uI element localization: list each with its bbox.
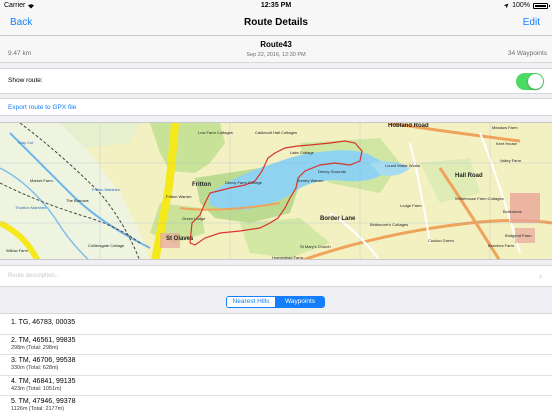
- map-label: Market Farm: [30, 178, 53, 183]
- map-label: Homestead Farm: [272, 255, 303, 260]
- map-label: Bridsmore's Cottages: [370, 222, 409, 227]
- segmented-control: Nearest Hills Waypoints: [226, 296, 325, 308]
- export-gpx-link[interactable]: Export route to GPX file: [8, 104, 76, 111]
- map-label: St Mary's Church: [300, 244, 331, 249]
- route-header: Route43 Sep 22, 2016, 12:30 PM 9.47 km 3…: [0, 36, 552, 63]
- show-route-toggle[interactable]: [516, 73, 544, 90]
- list-item[interactable]: 3. TM, 46706, 99538 330m (Total: 628m): [0, 355, 552, 376]
- map-label: Bollentone: [503, 209, 522, 214]
- map-label: St Olaves: [166, 236, 194, 242]
- list-item[interactable]: 4. TM, 46841, 99135 423m (Total: 1051m): [0, 376, 552, 396]
- status-right: 100%: [503, 2, 550, 9]
- navigation-bar: Back Route Details Edit: [0, 12, 552, 36]
- export-row: Export route to GPX file: [0, 98, 552, 116]
- map-label: Willow Farm: [6, 248, 28, 253]
- waypoint-title: 4. TM, 46841, 99135: [11, 377, 76, 385]
- map-label: The Burrows: [66, 198, 89, 203]
- map-label: Decoy Grounds: [318, 169, 346, 174]
- map-label: Whitehouse Farm Cottages: [455, 196, 504, 201]
- map-label: Border Lane: [320, 216, 356, 222]
- map-label: Valley Farm: [500, 158, 522, 163]
- map-label: Colliersgate Cottage: [88, 243, 125, 248]
- map-label: Thurlton Marshes: [15, 205, 47, 210]
- map-label: Clay Cut: [18, 140, 34, 145]
- map-label: Caldecott Hall Cottages: [255, 130, 298, 135]
- map-label: Low Farm Cottages: [198, 130, 233, 135]
- screen: Carrier 12:35 PM 100% Back Route Details…: [0, 0, 552, 414]
- waypoint-title: 3. TM, 46706, 99538: [11, 357, 76, 364]
- list-item[interactable]: 5. TM, 47946, 99378 1126m (Total: 2177m): [0, 396, 552, 414]
- toggle-knob: [528, 74, 543, 89]
- location-arrow-icon: [503, 3, 509, 8]
- map-label: Fritton: [192, 182, 211, 188]
- waypoint-distance: 423m (Total: 1051m): [11, 385, 62, 392]
- map-label: Fritton Marshes: [92, 187, 120, 192]
- map-label: Meadow Farm: [492, 125, 518, 130]
- route-date: Sep 22, 2016, 12:30 PM: [246, 52, 306, 58]
- route-description-placeholder: Route description...: [8, 273, 60, 279]
- waypoint-title: 5. TM, 47946, 99378: [11, 398, 76, 405]
- page-title: Route Details: [244, 17, 308, 28]
- map-label: Lake Cottage: [290, 150, 314, 155]
- chevron-right-icon: ›: [539, 271, 542, 281]
- waypoint-list: 1. TG, 46783, 00035 2. TM, 46561, 99835 …: [0, 313, 552, 414]
- status-bar: Carrier 12:35 PM 100%: [0, 0, 552, 12]
- map-label: Lodge Farm: [400, 203, 422, 208]
- route-name: Route43: [260, 40, 292, 49]
- map-label: Fritton Warren: [166, 194, 192, 199]
- list-item[interactable]: 2. TM, 46561, 99835 298m (Total: 298m): [0, 335, 552, 355]
- waypoint-distance: 1126m (Total: 2177m): [11, 406, 65, 412]
- map-label: Decoy Farm Cottage: [225, 180, 262, 185]
- waypoint-title: 2. TM, 46561, 99835: [11, 336, 76, 344]
- waypoint-distance: 298m (Total: 298m): [11, 344, 59, 351]
- route-distance: 9.47 km: [8, 50, 32, 57]
- map-label: Cuckoo Green: [428, 238, 454, 243]
- route-waypoint-count: 34 Waypoints: [507, 50, 547, 57]
- tab-waypoints[interactable]: Waypoints: [275, 297, 324, 307]
- route-map[interactable]: Hobland Road Low Farm Cottages Caldecott…: [0, 122, 552, 260]
- map-label: Kent House: [496, 141, 517, 146]
- list-item[interactable]: 1. TG, 46783, 00035: [0, 314, 552, 335]
- show-route-row: Show route:: [0, 68, 552, 94]
- map-label: Lound Water Works: [385, 163, 421, 168]
- map-label: Hobland Road: [388, 123, 429, 129]
- map-label: Beeches Farm: [488, 243, 515, 248]
- map-label: Bridgend Farm: [505, 233, 532, 238]
- status-time: 12:35 PM: [260, 2, 292, 9]
- battery-percent: 100%: [512, 2, 530, 9]
- battery-icon: [533, 2, 550, 9]
- waypoint-distance: 330m (Total: 628m): [11, 365, 59, 371]
- map-label: Kerley Warren: [298, 178, 324, 183]
- edit-button[interactable]: Edit: [523, 17, 540, 28]
- map-label: Hall Road: [455, 173, 483, 179]
- tab-nearest-hills[interactable]: Nearest Hills: [227, 297, 275, 307]
- show-route-label: Show route:: [8, 77, 43, 84]
- waypoint-title: 1. TG, 46783, 00035: [11, 319, 76, 326]
- map-label: Green Lodge: [182, 216, 206, 221]
- map-canvas: [0, 123, 552, 259]
- route-description-row[interactable]: Route description... ›: [0, 265, 552, 287]
